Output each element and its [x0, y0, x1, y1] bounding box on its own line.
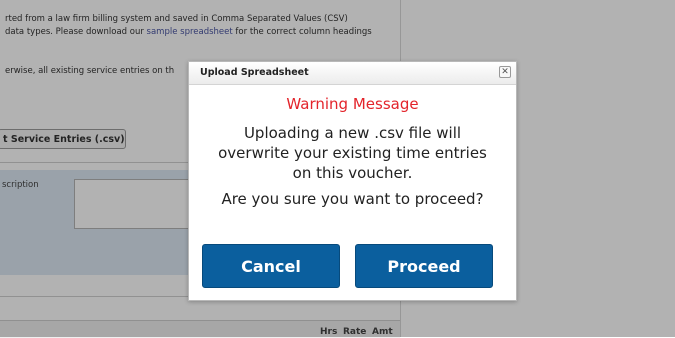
dialog-title: Upload Spreadsheet	[200, 67, 309, 78]
proceed-button[interactable]: Proceed	[355, 244, 493, 288]
dialog-titlebar: Upload Spreadsheet ✕	[189, 62, 516, 85]
message-line-1: Uploading a new .csv file will	[243, 124, 462, 142]
message-line-3: on this voucher.	[292, 164, 413, 182]
dialog-body: Warning Message Uploading a new .csv fil…	[189, 84, 516, 224]
upload-spreadsheet-dialog: Upload Spreadsheet ✕ Warning Message Upl…	[188, 61, 517, 301]
close-icon[interactable]: ✕	[499, 66, 511, 78]
message-line-4: Are you sure you want to proceed?	[221, 190, 484, 208]
warning-title: Warning Message	[286, 95, 419, 113]
cancel-button[interactable]: Cancel	[202, 244, 340, 288]
message-line-2: overwrite your existing time entries	[218, 144, 487, 162]
